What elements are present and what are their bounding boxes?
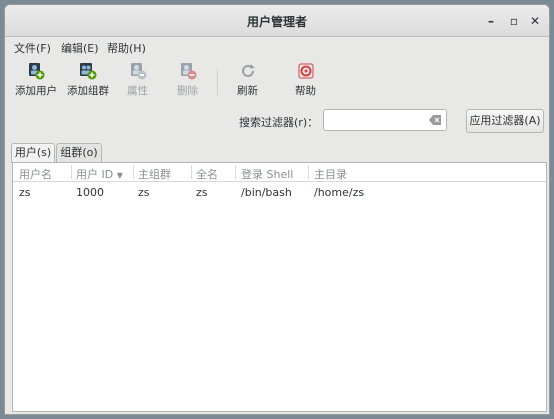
- search-filter-input[interactable]: [323, 109, 447, 131]
- properties-icon: [129, 62, 147, 80]
- tab-users[interactable]: 用户(s): [11, 143, 55, 163]
- refresh-button[interactable]: 刷新: [237, 62, 258, 98]
- close-button[interactable]: ✕: [527, 13, 543, 29]
- toolbar-separator: [217, 69, 218, 95]
- menu-edit[interactable]: 编辑(E): [61, 40, 99, 56]
- add-user-label: 添加用户: [15, 85, 57, 97]
- add-user-button[interactable]: 添加用户: [15, 62, 57, 98]
- cell-login-shell: /bin/bash: [241, 186, 292, 199]
- clear-icon[interactable]: [429, 115, 441, 128]
- cell-fullname: zs: [196, 186, 208, 199]
- minimize-button[interactable]: –: [483, 13, 499, 29]
- window-title: 用户管理者: [246, 15, 307, 29]
- cell-primary-group: zs: [138, 186, 150, 199]
- table-header: 用户名 用户 ID ▼ 主组群 全名 登录 Shell 主目录: [13, 163, 546, 182]
- column-uid[interactable]: 用户 ID ▼: [76, 166, 123, 182]
- add-group-button[interactable]: 添加组群: [67, 62, 109, 98]
- delete-user-icon: [179, 62, 197, 80]
- column-fullname[interactable]: 全名: [196, 166, 218, 182]
- title-bar: 用户管理者 – ▫ ✕: [5, 5, 549, 37]
- add-group-label: 添加组群: [67, 85, 109, 97]
- menu-bar: 文件(F) 编辑(E) 帮助(H): [5, 37, 549, 57]
- refresh-icon: [239, 62, 257, 80]
- help-button[interactable]: 帮助: [295, 62, 316, 98]
- menu-file[interactable]: 文件(F): [14, 40, 51, 56]
- column-username[interactable]: 用户名: [19, 166, 52, 182]
- toolbar: 添加用户 添加组群 属性 删除 刷新 帮助: [5, 57, 549, 105]
- search-filter-label: 搜索过滤器(r)：: [239, 116, 319, 129]
- tab-groups[interactable]: 组群(o): [56, 143, 102, 162]
- user-manager-window: 用户管理者 – ▫ ✕ 文件(F) 编辑(E) 帮助(H) 添加用户 添加组群 …: [4, 4, 550, 415]
- add-group-icon: [79, 62, 97, 80]
- maximize-button[interactable]: ▫: [506, 13, 522, 29]
- cell-home-directory: /home/zs: [314, 186, 365, 199]
- properties-button[interactable]: 属性: [127, 62, 148, 98]
- cell-username: zs: [19, 186, 31, 199]
- menu-help[interactable]: 帮助(H): [107, 40, 146, 56]
- apply-filter-button[interactable]: 应用过滤器(A): [466, 109, 544, 133]
- help-label: 帮助: [295, 85, 316, 97]
- help-icon: [297, 62, 315, 80]
- users-table: 用户名 用户 ID ▼ 主组群 全名 登录 Shell 主目录 zs 1000 …: [12, 162, 547, 412]
- column-home-directory[interactable]: 主目录: [314, 166, 347, 182]
- cell-uid: 1000: [76, 186, 104, 199]
- refresh-label: 刷新: [237, 85, 258, 97]
- sort-down-icon: ▼: [116, 171, 123, 180]
- properties-label: 属性: [127, 85, 148, 97]
- column-login-shell[interactable]: 登录 Shell: [241, 166, 293, 182]
- add-user-icon: [27, 62, 45, 80]
- delete-button[interactable]: 删除: [177, 62, 198, 98]
- delete-label: 删除: [177, 85, 198, 97]
- column-primary-group[interactable]: 主组群: [138, 166, 171, 182]
